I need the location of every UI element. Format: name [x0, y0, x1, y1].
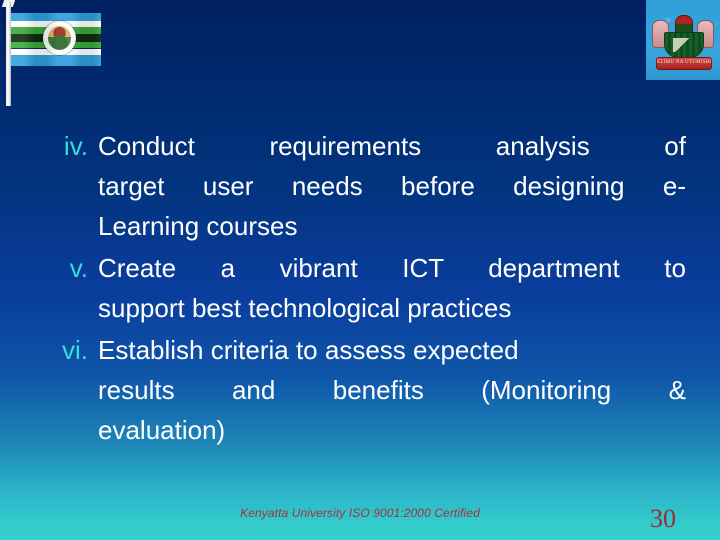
flag-body [11, 13, 101, 66]
coat-of-arms-icon: ELIMU NA UTUMISHI [652, 12, 714, 70]
flag-emblem-crest [48, 26, 71, 50]
flag-stripe-blue-top [11, 13, 101, 21]
list-item-marker: v. [69, 253, 88, 283]
bullet-list: iv. Conduct requirements analysis of tar… [34, 126, 686, 452]
list-item-line: results and benefits (Monitoring & [98, 375, 686, 405]
university-crest-badge: ELIMU NA UTUMISHI [646, 0, 720, 80]
list-item-text: Establish criteria to assess expected re… [98, 330, 686, 450]
list-item-line: support best technological practices [98, 293, 512, 323]
list-item-line: Create a vibrant ICT department to [98, 253, 686, 283]
list-item-line: Establish criteria to assess expected [98, 335, 519, 365]
crest-shield [664, 32, 704, 58]
crest-motto-text: ELIMU NA UTUMISHI [657, 60, 711, 65]
list-item: iv. Conduct requirements analysis of tar… [34, 126, 686, 246]
list-item: vi. Establish criteria to assess expecte… [34, 330, 686, 450]
list-item-line: target user needs before designing e- [98, 171, 686, 201]
list-item-marker: vi. [62, 335, 88, 365]
slide: ELIMU NA UTUMISHI iv. Conduct requiremen… [0, 0, 720, 540]
flag-emblem-circle [43, 21, 76, 55]
list-item-marker: iv. [63, 131, 88, 161]
crest-motto-scroll: ELIMU NA UTUMISHI [656, 57, 712, 70]
list-item-line: evaluation) [98, 415, 226, 445]
page-number: 30 [650, 504, 676, 533]
list-item: v. Create a vibrant ICT department to su… [34, 248, 686, 328]
flag-stripe-blue-bottom [11, 55, 101, 66]
kenyatta-university-flag-icon [0, 0, 112, 108]
list-item-line: Conduct requirements analysis of [98, 131, 686, 161]
list-item-text: Conduct requirements analysis of target … [98, 126, 686, 246]
list-item-text: Create a vibrant ICT department to suppo… [98, 248, 686, 328]
list-item-line: Learning courses [98, 211, 298, 241]
footer-certification-note: Kenyatta University ISO 9001:2000 Certif… [240, 506, 480, 520]
